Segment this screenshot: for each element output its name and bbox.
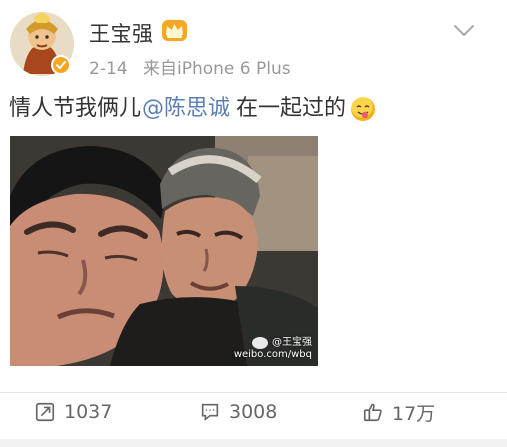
weibo-logo-icon: [252, 337, 268, 349]
watermark-url: weibo.com/wbq: [233, 349, 312, 360]
verified-badge-icon: [51, 55, 71, 75]
action-divider: [0, 392, 507, 393]
post-text-after: 在一起过的: [236, 96, 347, 121]
comment-count: 3008: [229, 401, 278, 423]
weibo-post: 王宝强 2-14 来自iPhone 6 Plus 情人节我俩儿 @陈思诚 在一起…: [0, 0, 507, 447]
post-actions: 1037 3008 17万: [0, 395, 507, 429]
post-text: 情人节我俩儿 @陈思诚 在一起过的: [9, 94, 376, 124]
image-watermark: @王宝强 weibo.com/wbq: [234, 337, 312, 361]
watermark-brand: @王宝强: [234, 337, 312, 349]
post-text-before: 情人节我俩儿: [9, 96, 142, 121]
photo-illustration: [10, 136, 318, 366]
repost-icon: [35, 402, 55, 422]
watermark-name: @王宝强: [272, 337, 312, 348]
thumbs-up-icon: [363, 403, 382, 422]
post-meta: 2-14 来自iPhone 6 Plus: [89, 54, 291, 79]
chevron-down-icon[interactable]: [453, 24, 475, 38]
author-name[interactable]: 王宝强: [89, 18, 154, 48]
mention-link[interactable]: @陈思诚: [142, 94, 230, 124]
repost-button[interactable]: 1037: [34, 395, 112, 429]
post-image[interactable]: @王宝强 weibo.com/wbq: [10, 136, 318, 366]
post-separator: [0, 439, 507, 447]
tongue-out-emoji-icon: [351, 97, 376, 121]
post-source: 来自iPhone 6 Plus: [143, 59, 291, 79]
like-count: 17万: [392, 402, 436, 425]
like-button[interactable]: 17万: [362, 395, 435, 429]
post-date: 2-14: [89, 59, 128, 79]
comment-button[interactable]: 3008: [199, 395, 277, 429]
repost-count: 1037: [64, 401, 113, 423]
comment-icon: [201, 403, 219, 422]
crown-icon: [162, 20, 187, 41]
